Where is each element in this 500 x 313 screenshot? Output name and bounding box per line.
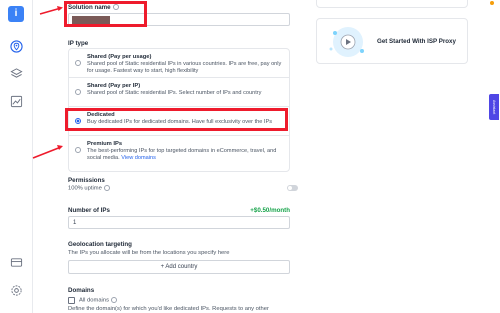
- option-title: Premium IPs: [87, 141, 123, 147]
- highlight-solution-name: [64, 1, 147, 27]
- option-desc: Shared pool of Static residential IPs in…: [87, 61, 282, 75]
- chart-icon[interactable]: [10, 95, 23, 108]
- sidebar: i: [0, 0, 33, 313]
- form-panel: Solution name IP type Shared (Pay per us…: [48, 0, 306, 313]
- location-pin-icon[interactable]: [10, 40, 23, 53]
- domains-sub: Define the domain(s) for which you'd lik…: [68, 306, 269, 312]
- uptime-label: 100% uptime: [68, 185, 110, 192]
- num-ips-label: Number of IPs: [68, 207, 110, 214]
- uptime-toggle[interactable]: [287, 185, 298, 191]
- video-thumbnail-icon: [329, 27, 364, 57]
- status-dot: [490, 1, 494, 5]
- ip-type-label: IP type: [68, 40, 89, 47]
- highlight-dedicated: [65, 108, 288, 131]
- view-domains-link[interactable]: View domains: [121, 155, 156, 161]
- price-label: +$0.50/month: [250, 207, 290, 214]
- geolocation-label: Geolocation targeting: [68, 241, 132, 248]
- radio-icon[interactable]: [75, 60, 81, 66]
- ip-type-option-shared-usage[interactable]: Shared (Pay per usage) Shared pool of St…: [69, 49, 289, 78]
- assistant-tab[interactable]: Assistant: [489, 94, 499, 120]
- radio-icon[interactable]: [75, 147, 81, 153]
- top-card: [316, 0, 468, 8]
- option-title: Shared (Pay per IP): [87, 83, 141, 89]
- gear-icon[interactable]: [10, 284, 23, 297]
- app-logo[interactable]: i: [8, 6, 24, 22]
- all-domains-checkbox[interactable]: [68, 297, 75, 304]
- add-country-button[interactable]: + Add country: [68, 260, 290, 274]
- card-icon[interactable]: [10, 256, 23, 269]
- info-icon: [110, 297, 117, 303]
- option-desc: Shared pool of Static residential IPs. S…: [87, 90, 262, 96]
- card-title: Get Started With ISP Proxy: [377, 38, 456, 45]
- info-icon: [103, 185, 110, 191]
- domains-label: Domains: [68, 287, 95, 294]
- permissions-label: Permissions: [68, 177, 105, 184]
- radio-icon[interactable]: [75, 89, 81, 95]
- layers-icon[interactable]: [10, 67, 23, 80]
- ip-type-option-shared-ip[interactable]: Shared (Pay per IP) Shared pool of Stati…: [69, 78, 289, 107]
- num-ips-input[interactable]: 1: [68, 216, 290, 229]
- all-domains-label: All domains: [79, 297, 117, 304]
- geolocation-sub: The IPs you allocate will be from the lo…: [68, 250, 230, 256]
- option-title: Shared (Pay per usage): [87, 54, 152, 60]
- option-desc: The best-performing IPs for top targeted…: [87, 148, 277, 162]
- isp-proxy-card[interactable]: Get Started With ISP Proxy: [316, 18, 468, 64]
- ip-type-option-premium[interactable]: Premium IPs The best-performing IPs for …: [69, 136, 289, 171]
